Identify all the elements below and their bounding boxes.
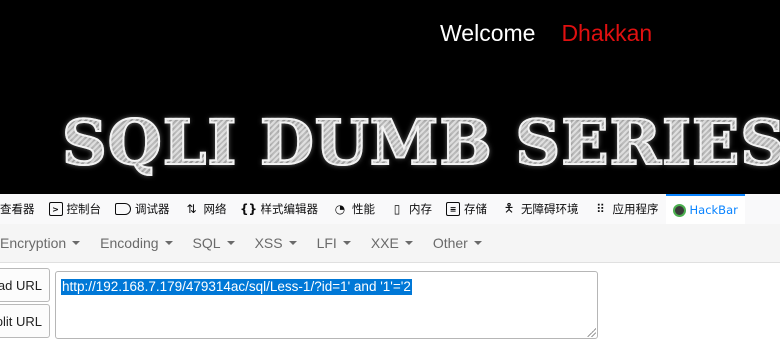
menu-label: Other — [432, 235, 468, 251]
menu-encryption[interactable]: Encryption — [0, 224, 90, 262]
menu-label: LFI — [316, 235, 337, 251]
tab-label: 调试器 — [135, 202, 170, 216]
devtools-tab-bar: 查看器 > 控制台 调试器 ⇅ 网络 {} 样式编辑器 ◔ 性能 ▯ 内存 ≡ … — [0, 194, 780, 225]
application-icon: ⠿ — [596, 202, 605, 216]
menu-label: SQL — [192, 235, 221, 251]
caret-down-icon — [164, 241, 173, 245]
menu-xxe[interactable]: XXE — [361, 224, 423, 262]
tab-debugger[interactable]: 调试器 — [108, 194, 177, 224]
tab-performance[interactable]: ◔ 性能 — [325, 194, 382, 224]
tab-label: 性能 — [352, 202, 375, 216]
caret-down-icon — [404, 241, 413, 245]
tab-label: 内存 — [409, 202, 432, 216]
menu-encoding[interactable]: Encoding — [90, 224, 182, 262]
welcome-message: Welcome Dhakkan — [440, 20, 652, 47]
menu-label: XXE — [370, 235, 399, 251]
accessibility-icon: 🯅 — [503, 200, 515, 215]
tab-application[interactable]: ⠿ 应用程序 — [586, 194, 666, 224]
url-textarea[interactable]: http://192.168.7.179/479314ac/sql/Less-1… — [55, 271, 598, 339]
tab-storage[interactable]: ≡ 存储 — [439, 194, 494, 224]
menu-label: XSS — [254, 235, 283, 251]
style-editor-icon: {} — [239, 202, 258, 216]
caret-down-icon — [288, 241, 297, 245]
console-icon: > — [48, 202, 63, 216]
web-page-header: Welcome Dhakkan SQLI DUMB SERIES — [0, 0, 780, 194]
tab-memory[interactable]: ▯ 内存 — [382, 194, 439, 224]
caret-down-icon — [72, 241, 81, 245]
network-icon: ⇅ — [186, 202, 197, 216]
tab-hackbar[interactable]: HackBar — [665, 194, 745, 224]
caret-down-icon — [473, 241, 482, 245]
hackbar-menu-bar: Encryption Encoding SQL XSS LFI XXE Othe… — [0, 224, 780, 263]
caret-down-icon — [226, 241, 235, 245]
debugger-icon — [115, 201, 131, 217]
tab-console[interactable]: > 控制台 — [42, 194, 109, 224]
tab-inspector[interactable]: 查看器 — [0, 194, 42, 224]
tab-label: 网络 — [203, 202, 227, 216]
hackbar-icon — [672, 203, 686, 217]
user-name: Dhakkan — [561, 20, 653, 46]
performance-icon: ◔ — [334, 202, 346, 216]
tab-label: 样式编辑器 — [260, 202, 319, 216]
tab-style-editor[interactable]: {} 样式编辑器 — [234, 194, 326, 224]
resize-grip-icon[interactable] — [586, 327, 596, 337]
sqli-banner-title: SQLI DUMB SERIES — [61, 105, 780, 180]
tab-label: HackBar — [689, 203, 738, 217]
tab-network[interactable]: ⇅ 网络 — [177, 194, 234, 224]
menu-label: Encryption — [0, 235, 67, 251]
storage-icon: ≡ — [446, 202, 460, 216]
tab-label: 控制台 — [66, 202, 102, 216]
caret-down-icon — [342, 241, 351, 245]
tab-accessibility[interactable]: 🯅 无障碍环境 — [494, 194, 586, 224]
menu-xss[interactable]: XSS — [245, 224, 307, 262]
memory-icon: ▯ — [393, 202, 401, 216]
menu-other[interactable]: Other — [423, 224, 492, 262]
menu-lfi[interactable]: LFI — [307, 224, 361, 262]
load-url-button[interactable]: Load URL — [0, 268, 50, 302]
tab-label: 存储 — [464, 202, 487, 216]
welcome-label: Welcome — [440, 20, 536, 46]
menu-label: Encoding — [100, 235, 159, 251]
tab-label: 应用程序 — [612, 202, 659, 216]
split-url-button[interactable]: Split URL — [0, 304, 50, 338]
tab-label: 查看器 — [0, 202, 35, 216]
url-value: http://192.168.7.179/479314ac/sql/Less-1… — [61, 279, 412, 295]
menu-sql[interactable]: SQL — [183, 224, 245, 262]
tab-label: 无障碍环境 — [521, 202, 579, 216]
